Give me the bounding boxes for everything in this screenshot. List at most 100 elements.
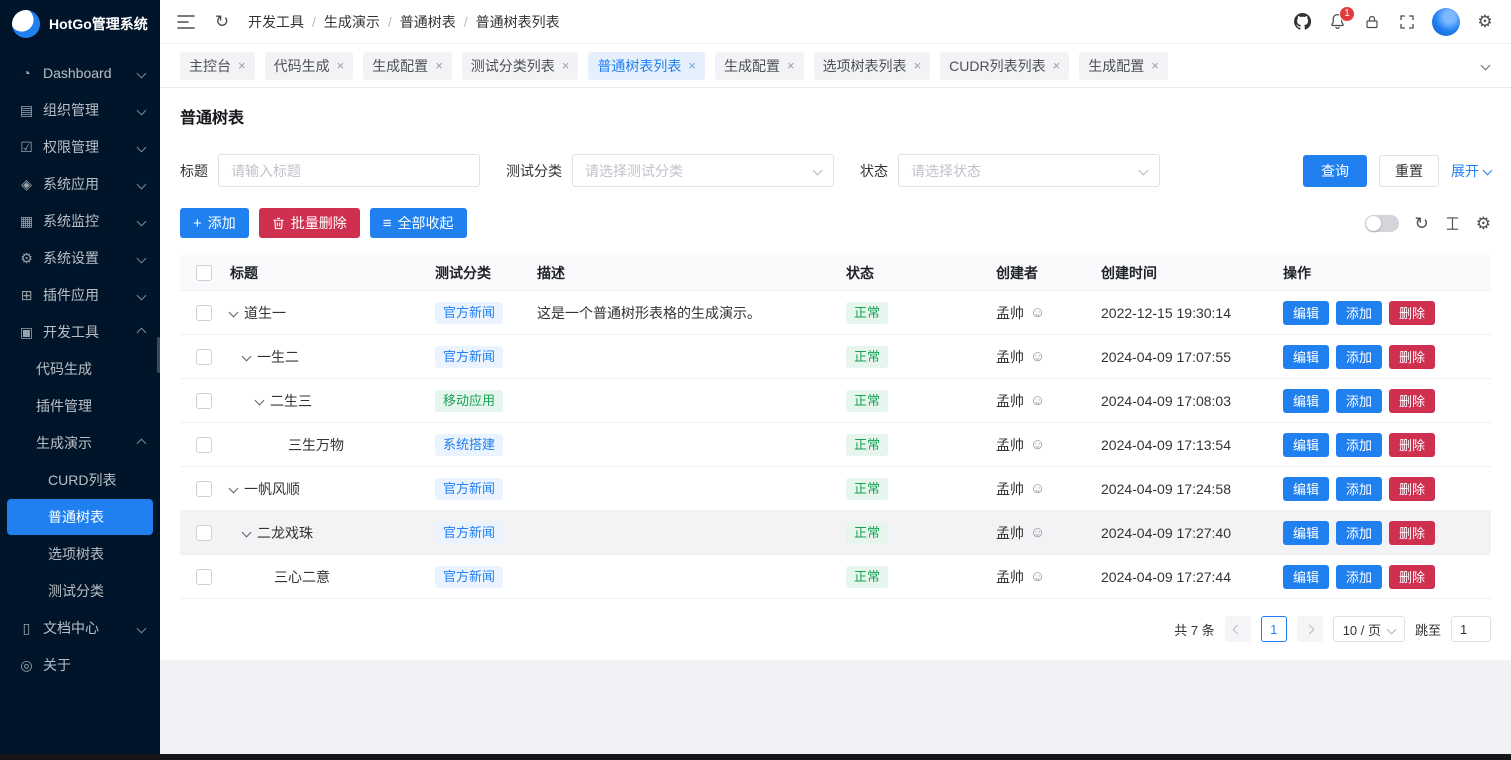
row-add-button[interactable]: 添加: [1336, 565, 1382, 589]
github-icon[interactable]: [1292, 12, 1312, 32]
tab-cudr-list[interactable]: CUDR列表列表 ×: [940, 52, 1069, 80]
sidebar-scrollbar[interactable]: [157, 337, 160, 373]
close-icon[interactable]: ×: [1151, 59, 1159, 72]
category-filter-select[interactable]: 请选择测试分类: [572, 154, 834, 187]
jump-page-input[interactable]: [1451, 616, 1491, 642]
row-checkbox[interactable]: [196, 437, 212, 453]
creator-avatar-icon[interactable]: ☺: [1030, 393, 1045, 408]
select-all-checkbox[interactable]: [196, 265, 212, 281]
delete-button[interactable]: 删除: [1389, 301, 1435, 325]
row-add-button[interactable]: 添加: [1336, 521, 1382, 545]
delete-button[interactable]: 删除: [1389, 345, 1435, 369]
add-button[interactable]: + 添加: [180, 208, 249, 238]
delete-button[interactable]: 删除: [1389, 389, 1435, 413]
breadcrumb-item[interactable]: 生成演示: [324, 12, 380, 32]
edit-button[interactable]: 编辑: [1283, 477, 1329, 501]
edit-button[interactable]: 编辑: [1283, 389, 1329, 413]
sidebar-item-monitor[interactable]: ▦ 系统监控: [7, 203, 153, 239]
breadcrumb-item[interactable]: 普通树表列表: [476, 12, 560, 32]
sidebar-item-plugins[interactable]: ⊞ 插件应用: [7, 277, 153, 313]
collapse-all-button[interactable]: ≡ 全部收起: [370, 208, 467, 238]
expand-row-icon[interactable]: [242, 528, 252, 538]
breadcrumb-item[interactable]: 普通树表: [400, 12, 456, 32]
close-icon[interactable]: ×: [562, 59, 570, 72]
tab-gen-config-1[interactable]: 生成配置 ×: [363, 52, 452, 80]
delete-button[interactable]: 删除: [1389, 433, 1435, 457]
row-add-button[interactable]: 添加: [1336, 389, 1382, 413]
creator-avatar-icon[interactable]: ☺: [1030, 481, 1045, 496]
expand-filters-toggle[interactable]: 展开: [1451, 161, 1491, 181]
edit-button[interactable]: 编辑: [1283, 345, 1329, 369]
row-add-button[interactable]: 添加: [1336, 301, 1382, 325]
next-page-button[interactable]: [1297, 616, 1323, 642]
table-refresh-icon[interactable]: ↻: [1415, 215, 1429, 232]
notifications-button[interactable]: 1: [1327, 12, 1347, 32]
edit-button[interactable]: 编辑: [1283, 565, 1329, 589]
sidebar-item-docs[interactable]: ▯ 文档中心: [7, 610, 153, 646]
creator-avatar-icon[interactable]: ☺: [1030, 569, 1045, 584]
tab-console[interactable]: 主控台 ×: [180, 52, 255, 80]
refresh-icon[interactable]: ↻: [212, 12, 232, 32]
tab-normal-tree-list[interactable]: 普通树表列表 ×: [588, 52, 705, 80]
tab-gen-config-3[interactable]: 生成配置 ×: [1079, 52, 1168, 80]
sidebar-item-normal-tree[interactable]: 普通树表: [7, 499, 153, 535]
creator-avatar-icon[interactable]: ☺: [1030, 305, 1045, 320]
row-checkbox[interactable]: [196, 305, 212, 321]
settings-gear-icon[interactable]: ⚙: [1475, 12, 1495, 32]
close-icon[interactable]: ×: [1053, 59, 1061, 72]
sidebar-item-org[interactable]: ▤ 组织管理: [7, 92, 153, 128]
fullscreen-icon[interactable]: [1397, 12, 1417, 32]
table-striped-toggle[interactable]: [1365, 215, 1399, 232]
tabs-dropdown-button[interactable]: [1471, 52, 1499, 80]
close-icon[interactable]: ×: [337, 59, 345, 72]
sidebar-item-curd-list[interactable]: CURD列表: [7, 462, 153, 498]
sidebar-item-about[interactable]: ◎ 关于: [7, 647, 153, 683]
prev-page-button[interactable]: [1225, 616, 1251, 642]
creator-avatar-icon[interactable]: ☺: [1030, 525, 1045, 540]
edit-button[interactable]: 编辑: [1283, 433, 1329, 457]
close-icon[interactable]: ×: [238, 59, 246, 72]
close-icon[interactable]: ×: [688, 59, 696, 72]
reset-button[interactable]: 重置: [1379, 155, 1439, 187]
table-settings-icon[interactable]: ⚙: [1476, 215, 1491, 232]
sidebar-item-code-gen[interactable]: 代码生成: [7, 351, 153, 387]
sidebar-item-permission[interactable]: ☑ 权限管理: [7, 129, 153, 165]
close-icon[interactable]: ×: [435, 59, 443, 72]
tab-option-tree-list[interactable]: 选项树表列表 ×: [814, 52, 931, 80]
page-number-button[interactable]: 1: [1261, 616, 1287, 642]
sidebar-item-system-app[interactable]: ◈ 系统应用: [7, 166, 153, 202]
row-checkbox[interactable]: [196, 569, 212, 585]
sidebar-item-gen-demo[interactable]: 生成演示: [7, 425, 153, 461]
row-checkbox[interactable]: [196, 525, 212, 541]
row-checkbox[interactable]: [196, 481, 212, 497]
app-logo[interactable]: HotGo管理系统: [0, 0, 160, 48]
density-icon[interactable]: [1445, 216, 1460, 231]
delete-button[interactable]: 删除: [1389, 521, 1435, 545]
row-add-button[interactable]: 添加: [1336, 433, 1382, 457]
lock-icon[interactable]: [1362, 12, 1382, 32]
row-add-button[interactable]: 添加: [1336, 345, 1382, 369]
expand-row-icon[interactable]: [229, 308, 239, 318]
title-filter-input[interactable]: [218, 154, 480, 187]
delete-button[interactable]: 删除: [1389, 565, 1435, 589]
search-button[interactable]: 查询: [1303, 155, 1367, 187]
sidebar-collapse-icon[interactable]: [176, 12, 196, 32]
sidebar-item-plugin-manage[interactable]: 插件管理: [7, 388, 153, 424]
sidebar-item-dev-tools[interactable]: ▣ 开发工具: [7, 314, 153, 350]
close-icon[interactable]: ×: [787, 59, 795, 72]
expand-row-icon[interactable]: [242, 352, 252, 362]
row-checkbox[interactable]: [196, 349, 212, 365]
status-filter-select[interactable]: 请选择状态: [898, 154, 1160, 187]
page-size-select[interactable]: 10 / 页: [1333, 616, 1405, 642]
sidebar-item-dashboard[interactable]: ◔ Dashboard: [7, 55, 153, 91]
sidebar-item-option-tree[interactable]: 选项树表: [7, 536, 153, 572]
row-checkbox[interactable]: [196, 393, 212, 409]
sidebar-item-settings[interactable]: ⚙ 系统设置: [7, 240, 153, 276]
expand-row-icon[interactable]: [255, 396, 265, 406]
tab-code-gen[interactable]: 代码生成 ×: [265, 52, 354, 80]
sidebar-item-test-category[interactable]: 测试分类: [7, 573, 153, 609]
edit-button[interactable]: 编辑: [1283, 301, 1329, 325]
edit-button[interactable]: 编辑: [1283, 521, 1329, 545]
row-add-button[interactable]: 添加: [1336, 477, 1382, 501]
user-avatar[interactable]: [1432, 8, 1460, 36]
